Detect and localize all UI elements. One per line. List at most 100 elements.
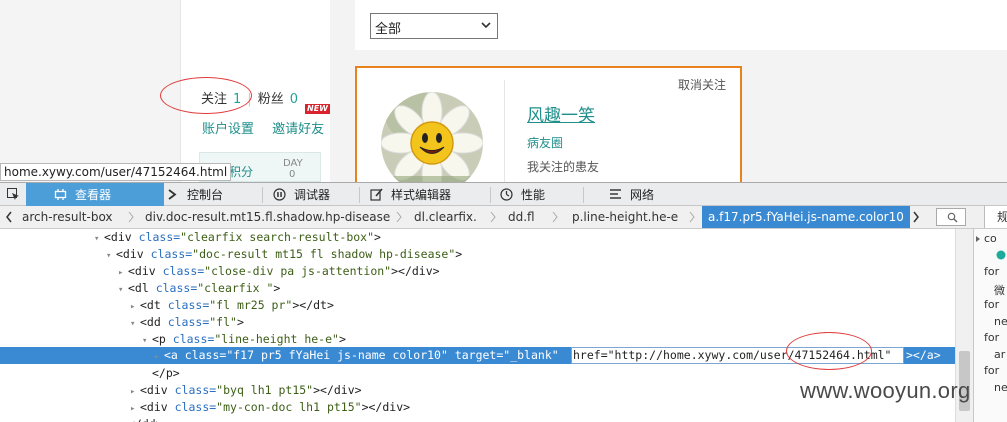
attribute-value[interactable]: "line-height he-e" bbox=[214, 332, 339, 346]
search-input[interactable] bbox=[936, 208, 966, 226]
node-tag: <a bbox=[164, 348, 178, 362]
rules-panel-line: co bbox=[984, 232, 997, 245]
node-tag-close: ></div> bbox=[361, 400, 411, 414]
attribute-value[interactable]: "my-con-doc lh1 pt15" bbox=[216, 400, 361, 414]
devtools-toolbar: 查看器 控制台 调试器 样式编辑器 性能 网络 bbox=[0, 182, 1007, 206]
filter-select-value: 全部 bbox=[375, 22, 402, 37]
flower-avatar-icon bbox=[381, 92, 483, 182]
invite-friends-link[interactable]: 邀请好友 bbox=[272, 122, 324, 137]
console-icon bbox=[168, 189, 177, 200]
tool-tab-network[interactable]: 网络 bbox=[609, 183, 689, 206]
breadcrumb-separator-icon bbox=[128, 211, 134, 223]
attribute-name[interactable]: class= bbox=[178, 348, 227, 362]
markup-node-line[interactable]: </dd> bbox=[118, 416, 163, 422]
attribute-name[interactable]: class= bbox=[144, 247, 193, 261]
breadcrumb-item[interactable]: dl.clearfix. bbox=[414, 206, 477, 228]
attribute-value[interactable]: "clearfix search-result-box" bbox=[180, 230, 374, 244]
chevron-right-icon[interactable] bbox=[912, 211, 920, 223]
node-tag: <div bbox=[104, 230, 132, 244]
markup-node-line[interactable]: ▾ <dd class="fl"> bbox=[130, 314, 244, 331]
attribute-name[interactable]: class= bbox=[166, 332, 215, 346]
attribute-value[interactable]: "doc-result mt15 fl shadow hp-disease" bbox=[192, 247, 455, 261]
breadcrumb-item[interactable]: dd.fl bbox=[508, 206, 535, 228]
collapse-node-icon[interactable]: ▾ bbox=[94, 231, 104, 248]
markup-node-line[interactable]: ▸ <div class="my-con-doc lh1 pt15"></div> bbox=[130, 399, 410, 416]
tool-tab-style-editor[interactable]: 样式编辑器 bbox=[370, 183, 492, 206]
new-badge: NEW bbox=[305, 104, 330, 114]
pick-element-button[interactable] bbox=[0, 183, 26, 206]
breadcrumb-separator-icon bbox=[396, 211, 402, 223]
breadcrumb-separator-icon bbox=[689, 211, 695, 223]
collapse-node-icon[interactable]: ▾ bbox=[130, 316, 140, 333]
attribute-name[interactable]: class= bbox=[168, 400, 217, 414]
toolbar-divider bbox=[262, 187, 263, 203]
markup-node-line[interactable]: ▾ <dl class="clearfix "> bbox=[118, 280, 280, 297]
expand-node-icon[interactable]: ▸ bbox=[154, 349, 164, 366]
fans-count[interactable]: 0 bbox=[290, 92, 298, 107]
account-settings-link[interactable]: 账户设置 bbox=[202, 122, 254, 137]
chevron-left-icon[interactable] bbox=[5, 211, 13, 223]
tool-tab-label: 控制台 bbox=[187, 188, 224, 202]
collapse-node-icon[interactable]: ▾ bbox=[142, 333, 152, 350]
rules-panel: co for 微 for ne for ar for ne bbox=[973, 229, 1007, 422]
node-tag-close: > bbox=[236, 315, 244, 329]
tool-tab-debugger[interactable]: 调试器 bbox=[273, 183, 363, 206]
node-tag: <div bbox=[128, 264, 156, 278]
attribute-name[interactable]: class= bbox=[156, 264, 205, 278]
webpage-viewport: 全部 关注 1 | 粉丝 0 NEW 账户设置 邀请好友 赚积分 DAY 0 取… bbox=[0, 0, 1007, 182]
performance-icon bbox=[500, 188, 513, 201]
breadcrumb-item[interactable]: arch-result-box bbox=[22, 206, 113, 228]
filter-select[interactable]: 全部 bbox=[370, 13, 498, 39]
markup-node-line[interactable]: </p> bbox=[142, 365, 180, 382]
card-divider bbox=[504, 80, 505, 182]
collapse-node-icon[interactable]: ▾ bbox=[106, 248, 116, 265]
markup-node-line[interactable]: ▸ <div class="close-div pa js-attention">… bbox=[118, 263, 440, 280]
breadcrumb-item[interactable]: p.line-height.he-e bbox=[572, 206, 678, 228]
attribute-value[interactable]: "fl mr25 pr" bbox=[209, 298, 292, 312]
attribute-value[interactable]: "f17 pr5 fYaHei js-name color10" bbox=[226, 348, 448, 362]
markup-node-line[interactable]: ▸ <dt class="fl mr25 pr"></dt> bbox=[130, 297, 334, 314]
user-name-link[interactable]: 风趣一笑 bbox=[527, 101, 595, 126]
node-tag: <div bbox=[140, 383, 168, 397]
node-tag: <div bbox=[116, 247, 144, 261]
rules-panel-line: for bbox=[984, 265, 1000, 278]
tool-tab-inspector[interactable]: 查看器 bbox=[26, 183, 164, 206]
node-tag: <p bbox=[152, 332, 166, 346]
account-links: 账户设置 邀请好友 bbox=[202, 118, 338, 137]
breadcrumb-separator-icon bbox=[552, 211, 558, 223]
attribute-name[interactable]: class= bbox=[149, 281, 198, 295]
breadcrumb-item[interactable]: div.doc-result.mt15.fl.shadow.hp-disease bbox=[145, 206, 390, 228]
collapse-node-icon[interactable]: ▾ bbox=[118, 282, 128, 299]
expand-icon[interactable] bbox=[975, 235, 981, 243]
attribute-name[interactable]: class= bbox=[161, 298, 210, 312]
node-tag: <dd bbox=[140, 315, 161, 329]
attribute-name[interactable]: target= bbox=[448, 348, 503, 362]
attribute-value[interactable]: "close-div pa js-attention" bbox=[204, 264, 391, 278]
attribute-name[interactable]: class= bbox=[168, 383, 217, 397]
attribute-value[interactable]: "_blank" bbox=[503, 348, 558, 362]
fans-label[interactable]: 粉丝 bbox=[258, 92, 284, 107]
breadcrumb-item-selected[interactable]: a.f17.pr5.fYaHei.js-name.color10 bbox=[702, 206, 910, 228]
markup-node-line[interactable]: ▾ <div class="doc-result mt15 fl shadow h… bbox=[106, 246, 462, 263]
tool-tab-label: 调试器 bbox=[294, 188, 331, 202]
markup-node-line[interactable]: ▸ <a class="f17 pr5 fYaHei js-name color1… bbox=[154, 347, 559, 364]
day-value: 0 bbox=[289, 169, 296, 180]
attribute-value[interactable]: "fl" bbox=[209, 315, 237, 329]
attribute-name[interactable]: class= bbox=[132, 230, 181, 244]
markup-node-line[interactable]: ▾ <div class="clearfix search-result-box"… bbox=[94, 229, 381, 246]
tool-tab-performance[interactable]: 性能 bbox=[500, 183, 580, 206]
color-swatch-icon[interactable] bbox=[996, 250, 1006, 260]
attribute-value[interactable]: "clearfix " bbox=[197, 281, 273, 295]
attribute-name[interactable]: class= bbox=[161, 315, 210, 329]
rules-tab[interactable]: 规 bbox=[984, 206, 1007, 228]
tool-tab-console[interactable]: 控制台 bbox=[164, 183, 260, 206]
rules-panel-line: for bbox=[984, 298, 1000, 311]
user-avatar[interactable] bbox=[381, 92, 483, 182]
patient-circle-link[interactable]: 病友圈 bbox=[527, 134, 563, 151]
breadcrumb-separator-icon bbox=[490, 211, 496, 223]
debugger-icon bbox=[273, 188, 286, 201]
unfollow-button[interactable]: 取消关注 bbox=[678, 76, 726, 93]
markup-node-line[interactable]: ▸ <div class="byq lh1 pt15"></div> bbox=[130, 382, 362, 399]
markup-node-line[interactable]: ▾ <p class="line-height he-e"> bbox=[142, 331, 346, 348]
attribute-value[interactable]: "byq lh1 pt15" bbox=[216, 383, 313, 397]
